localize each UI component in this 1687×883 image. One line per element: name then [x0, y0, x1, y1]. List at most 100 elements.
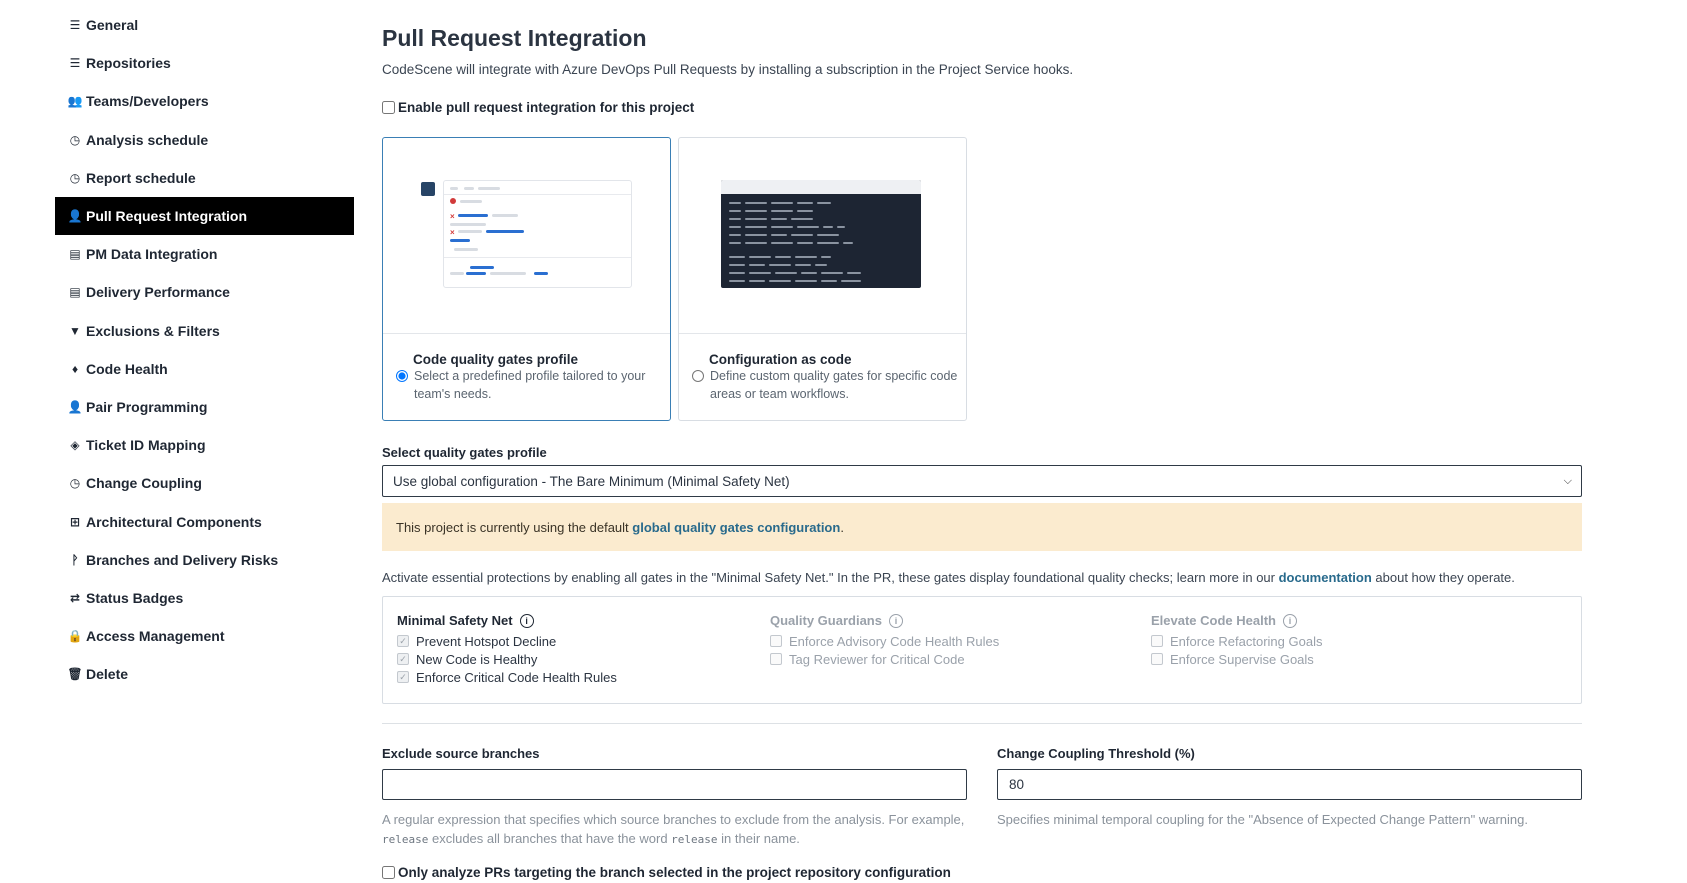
gate-item-label: Enforce Refactoring Goals	[1170, 633, 1323, 649]
gate-item: ✓ New Code is Healthy	[397, 650, 617, 668]
only-target-branch-checkbox[interactable]	[382, 866, 395, 879]
sidebar-item-label: Repositories	[86, 55, 171, 72]
sidebar-item-label: Teams/Developers	[86, 93, 209, 110]
help-code: release	[382, 833, 429, 846]
clock-icon: ◷	[69, 170, 81, 185]
section-divider	[382, 723, 1582, 724]
sidebar-item-teams-developers[interactable]: 👥 Teams/Developers	[55, 82, 354, 120]
configuration-as-code-radio[interactable]	[692, 370, 704, 382]
sliders-icon: ☰	[69, 18, 81, 33]
activate-text: Activate essential protections by enabli…	[382, 570, 1279, 585]
notice-end: .	[840, 519, 844, 535]
chevron-down-icon: ⌵	[1563, 474, 1572, 487]
gate-item: ✓ Enforce Critical Code Health Rules	[397, 668, 617, 686]
configuration-as-code-card[interactable]: Configuration as code Define custom qual…	[678, 137, 967, 421]
sidebar-item-status-badges[interactable]: ⇄ Status Badges	[55, 579, 354, 617]
gate-item-label: Tag Reviewer for Critical Code	[789, 651, 965, 667]
clock-icon: ◷	[69, 132, 81, 147]
sidebar-item-label: Delivery Performance	[86, 284, 230, 301]
sidebar-item-label: General	[86, 17, 139, 34]
tag-icon: ◈	[70, 438, 80, 453]
select-profile-label: Select quality gates profile	[382, 445, 547, 460]
sidebar-item-architectural-components[interactable]: ⊞ Architectural Components	[55, 502, 354, 540]
enable-pr-integration-row[interactable]: Enable pull request integration for this…	[382, 100, 694, 115]
main-content: Pull Request Integration CodeScene will …	[382, 20, 1582, 880]
sidebar-item-repositories[interactable]: ☰ Repositories	[55, 44, 354, 82]
exclude-branches-field: Exclude source branches A regular expres…	[382, 746, 967, 849]
gate-checkbox[interactable]	[770, 653, 782, 665]
enable-pr-integration-checkbox[interactable]	[382, 101, 395, 114]
flame-icon: ♦	[71, 361, 79, 376]
sidebar-item-pull-request-integration[interactable]: 👤 Pull Request Integration	[55, 196, 354, 236]
gate-checkbox[interactable]	[1151, 653, 1163, 665]
gate-group-title: Quality Guardians	[770, 613, 882, 628]
config-as-code-preview-image	[679, 138, 966, 334]
gate-group: Quality Guardians i Enforce Advisory Code …	[770, 613, 999, 668]
sidebar-item-change-coupling[interactable]: ◷ Change Coupling	[55, 464, 354, 502]
gate-item-label: Enforce Supervise Goals	[1170, 651, 1314, 667]
sidebar-item-branches-and-delivery-risks[interactable]: ᚹ Branches and Delivery Risks	[55, 541, 354, 579]
sidebar-item-label: Analysis schedule	[86, 131, 209, 148]
exclude-branches-input[interactable]	[382, 769, 967, 800]
quality-gates-profile-radio[interactable]	[396, 370, 408, 382]
gate-checkbox[interactable]	[1151, 635, 1163, 647]
trash-icon: 🗑	[67, 667, 83, 682]
gate-checkbox[interactable]: ✓	[397, 671, 409, 683]
gate-item-label: New Code is Healthy	[416, 651, 538, 667]
gate-group-header: Elevate Code Health i	[1151, 613, 1322, 628]
card-title: Configuration as code	[709, 352, 852, 367]
sidebar-item-report-schedule[interactable]: ◷ Report schedule	[55, 159, 354, 197]
sitemap-icon: ⊞	[69, 514, 81, 529]
sidebar-item-label: Exclusions & Filters	[86, 322, 220, 339]
coupling-threshold-help: Specifies minimal temporal coupling for …	[997, 812, 1528, 827]
activate-description: Activate essential protections by enabli…	[382, 570, 1515, 585]
gate-item: Enforce Supervise Goals	[1151, 650, 1322, 668]
global-config-link[interactable]: global quality gates configuration	[632, 520, 840, 535]
users-icon: 👥	[67, 94, 83, 109]
gate-checkbox[interactable]: ✓	[397, 635, 409, 647]
sidebar-item-access-management[interactable]: 🔒 Access Management	[55, 617, 354, 655]
sidebar-item-pair-programming[interactable]: 👤 Pair Programming	[55, 388, 354, 426]
coupling-threshold-field: Change Coupling Threshold (%) 80 Specifi…	[997, 746, 1582, 829]
documentation-link[interactable]: documentation	[1279, 570, 1372, 585]
sidebar-item-label: Architectural Components	[86, 513, 262, 530]
sidebar-item-ticket-id-mapping[interactable]: ◈ Ticket ID Mapping	[55, 426, 354, 464]
quality-gates-profile-select[interactable]: Use global configuration - The Bare Mini…	[382, 465, 1582, 497]
user-plus-icon: 👤	[67, 399, 83, 414]
gate-group-title: Minimal Safety Net	[397, 613, 513, 628]
notice-text: This project is currently using the defa…	[396, 519, 629, 535]
sidebar-item-label: Code Health	[86, 360, 168, 377]
gate-group-header: Minimal Safety Net i	[397, 613, 617, 628]
help-code: release	[671, 833, 718, 846]
gate-group: Elevate Code Health i Enforce Refactoring …	[1151, 613, 1322, 668]
sidebar-item-label: Status Badges	[86, 589, 184, 606]
card-description: Define custom quality gates for specific…	[710, 369, 958, 401]
gate-group: Minimal Safety Net i ✓ Prevent Hotspot Decl…	[397, 613, 617, 686]
gate-item: Enforce Refactoring Goals	[1151, 632, 1322, 650]
global-config-notice: This project is currently using the defa…	[382, 503, 1582, 551]
gate-checkbox[interactable]: ✓	[397, 653, 409, 665]
sidebar-item-delete[interactable]: 🗑 Delete	[55, 655, 354, 693]
gate-checkbox[interactable]	[770, 635, 782, 647]
only-target-branch-label: Only analyze PRs targeting the branch se…	[398, 865, 951, 880]
gate-item-label: Enforce Critical Code Health Rules	[416, 669, 617, 685]
coupling-threshold-input[interactable]: 80	[997, 769, 1582, 800]
quality-gates-preview-image: × ×	[383, 138, 670, 334]
sidebar-item-analysis-schedule[interactable]: ◷ Analysis schedule	[55, 121, 354, 159]
sidebar-item-delivery-performance[interactable]: ▤ Delivery Performance	[55, 273, 354, 311]
codescene-logo-icon	[421, 182, 435, 196]
list-icon: ▤	[69, 285, 81, 300]
sidebar-item-code-health[interactable]: ♦ Code Health	[55, 350, 354, 388]
sidebar-item-exclusions-filters[interactable]: ▼ Exclusions & Filters	[55, 312, 354, 350]
coupling-threshold-label: Change Coupling Threshold (%)	[997, 746, 1195, 761]
sidebar-item-label: PM Data Integration	[86, 246, 218, 263]
info-icon[interactable]: i	[519, 613, 534, 628]
sidebar-item-label: Access Management	[86, 628, 225, 645]
quality-gates-profile-card[interactable]: × × Code quality gates profile Select a …	[382, 137, 671, 421]
info-icon[interactable]: i	[888, 613, 903, 628]
only-target-branch-row[interactable]: Only analyze PRs targeting the branch se…	[382, 865, 951, 880]
page-subtitle: CodeScene will integrate with Azure DevO…	[382, 62, 1074, 77]
info-icon[interactable]: i	[1283, 613, 1297, 628]
sidebar-item-pm-data-integration[interactable]: ▤ PM Data Integration	[55, 235, 354, 273]
sidebar-item-general[interactable]: ☰ General	[55, 6, 354, 44]
